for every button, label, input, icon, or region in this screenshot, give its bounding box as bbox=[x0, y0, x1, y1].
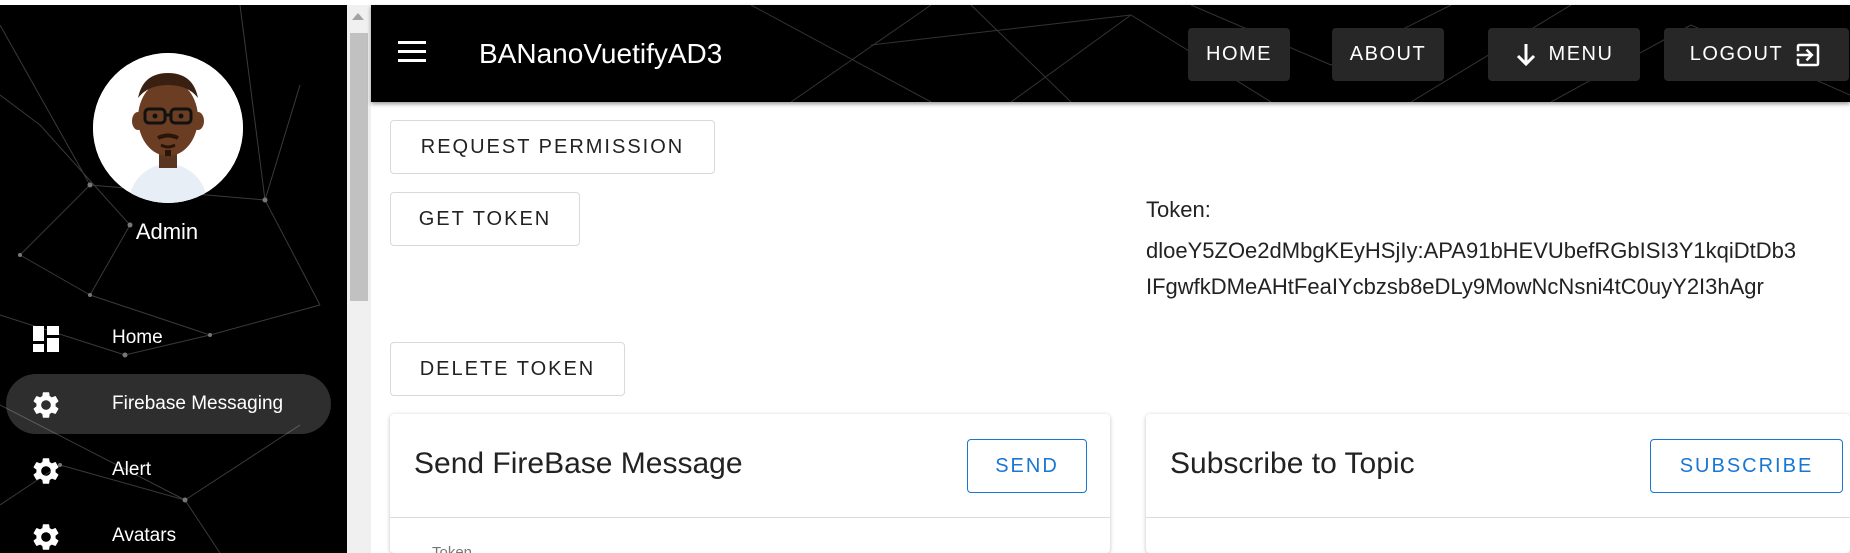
card-divider bbox=[390, 517, 1110, 518]
token-line-2: IFgwfkDMeAHtFeaIYcbzsb8eDLy9MowNcNsni4tC… bbox=[1146, 274, 1764, 299]
get-token-label: GET TOKEN bbox=[418, 207, 552, 230]
scroll-up-arrow-icon[interactable] bbox=[352, 13, 364, 20]
dashboard-icon bbox=[30, 323, 62, 355]
navigation-drawer: Admin Home Firebase Messaging Alert Avat… bbox=[0, 5, 347, 553]
menu-button[interactable]: MENU bbox=[1488, 28, 1640, 81]
send-message-card: Send FireBase Message SEND Token bbox=[390, 414, 1110, 553]
request-permission-label: REQUEST PERMISSION bbox=[420, 135, 685, 158]
subscribe-button[interactable]: SUBSCRIBE bbox=[1650, 439, 1843, 493]
about-button[interactable]: ABOUT bbox=[1332, 28, 1444, 81]
avatar-image bbox=[93, 53, 243, 203]
sidebar-item-firebase-messaging[interactable]: Firebase Messaging bbox=[6, 374, 331, 434]
token-line-1: dloeY5ZOe2dMbgKEyHSjIy:APA91bHEVUbefRGbI… bbox=[1146, 238, 1797, 263]
delete-token-label: DELETE TOKEN bbox=[419, 357, 596, 380]
sidebar-item-label: Alert bbox=[112, 459, 152, 480]
gear-icon bbox=[30, 521, 62, 553]
token-label: Token: bbox=[1146, 197, 1211, 222]
subscribe-topic-card: Subscribe to Topic SUBSCRIBE bbox=[1146, 414, 1850, 553]
gear-icon bbox=[30, 389, 62, 421]
sidebar-item-label: Home bbox=[112, 327, 163, 348]
avatar[interactable] bbox=[93, 53, 243, 203]
logout-icon bbox=[1793, 40, 1823, 70]
card-divider bbox=[1146, 517, 1850, 518]
menu-button-label: MENU bbox=[1548, 43, 1614, 65]
token-field-label: Token bbox=[432, 544, 473, 553]
subscribe-button-label: SUBSCRIBE bbox=[1679, 454, 1814, 477]
delete-token-button[interactable]: DELETE TOKEN bbox=[390, 342, 625, 396]
sidebar-item-home[interactable]: Home bbox=[6, 308, 331, 368]
scroll-thumb[interactable] bbox=[350, 33, 368, 301]
app-bar: BANanoVuetifyAD3 HOME ABOUT MENU LOGOUT bbox=[371, 5, 1850, 102]
home-button[interactable]: HOME bbox=[1188, 28, 1290, 81]
send-button[interactable]: SEND bbox=[967, 439, 1087, 493]
sidebar-item-label: Avatars bbox=[112, 525, 177, 546]
app-title: BANanoVuetifyAD3 bbox=[479, 38, 723, 69]
send-button-label: SEND bbox=[995, 454, 1059, 477]
home-button-label: HOME bbox=[1206, 43, 1272, 65]
sidebar-item-alert[interactable]: Alert bbox=[6, 440, 331, 500]
logout-button-label: LOGOUT bbox=[1689, 43, 1784, 65]
drawer-scrollbar[interactable] bbox=[347, 5, 371, 553]
token-value: dloeY5ZOe2dMbgKEyHSjIy:APA91bHEVUbefRGbI… bbox=[1146, 233, 1850, 305]
get-token-button[interactable]: GET TOKEN bbox=[390, 192, 580, 246]
sidebar-item-avatars[interactable]: Avatars bbox=[6, 506, 331, 553]
logout-button[interactable]: LOGOUT bbox=[1664, 28, 1849, 81]
subscribe-card-title: Subscribe to Topic bbox=[1170, 447, 1415, 480]
menu-toggle-icon[interactable] bbox=[398, 41, 426, 63]
send-card-title: Send FireBase Message bbox=[414, 447, 743, 480]
gear-icon bbox=[30, 455, 62, 487]
request-permission-button[interactable]: REQUEST PERMISSION bbox=[390, 120, 715, 174]
arrow-down-icon bbox=[1515, 42, 1537, 68]
about-button-label: ABOUT bbox=[1349, 43, 1427, 65]
user-name: Admin bbox=[135, 219, 199, 244]
sidebar-item-label: Firebase Messaging bbox=[112, 393, 284, 414]
